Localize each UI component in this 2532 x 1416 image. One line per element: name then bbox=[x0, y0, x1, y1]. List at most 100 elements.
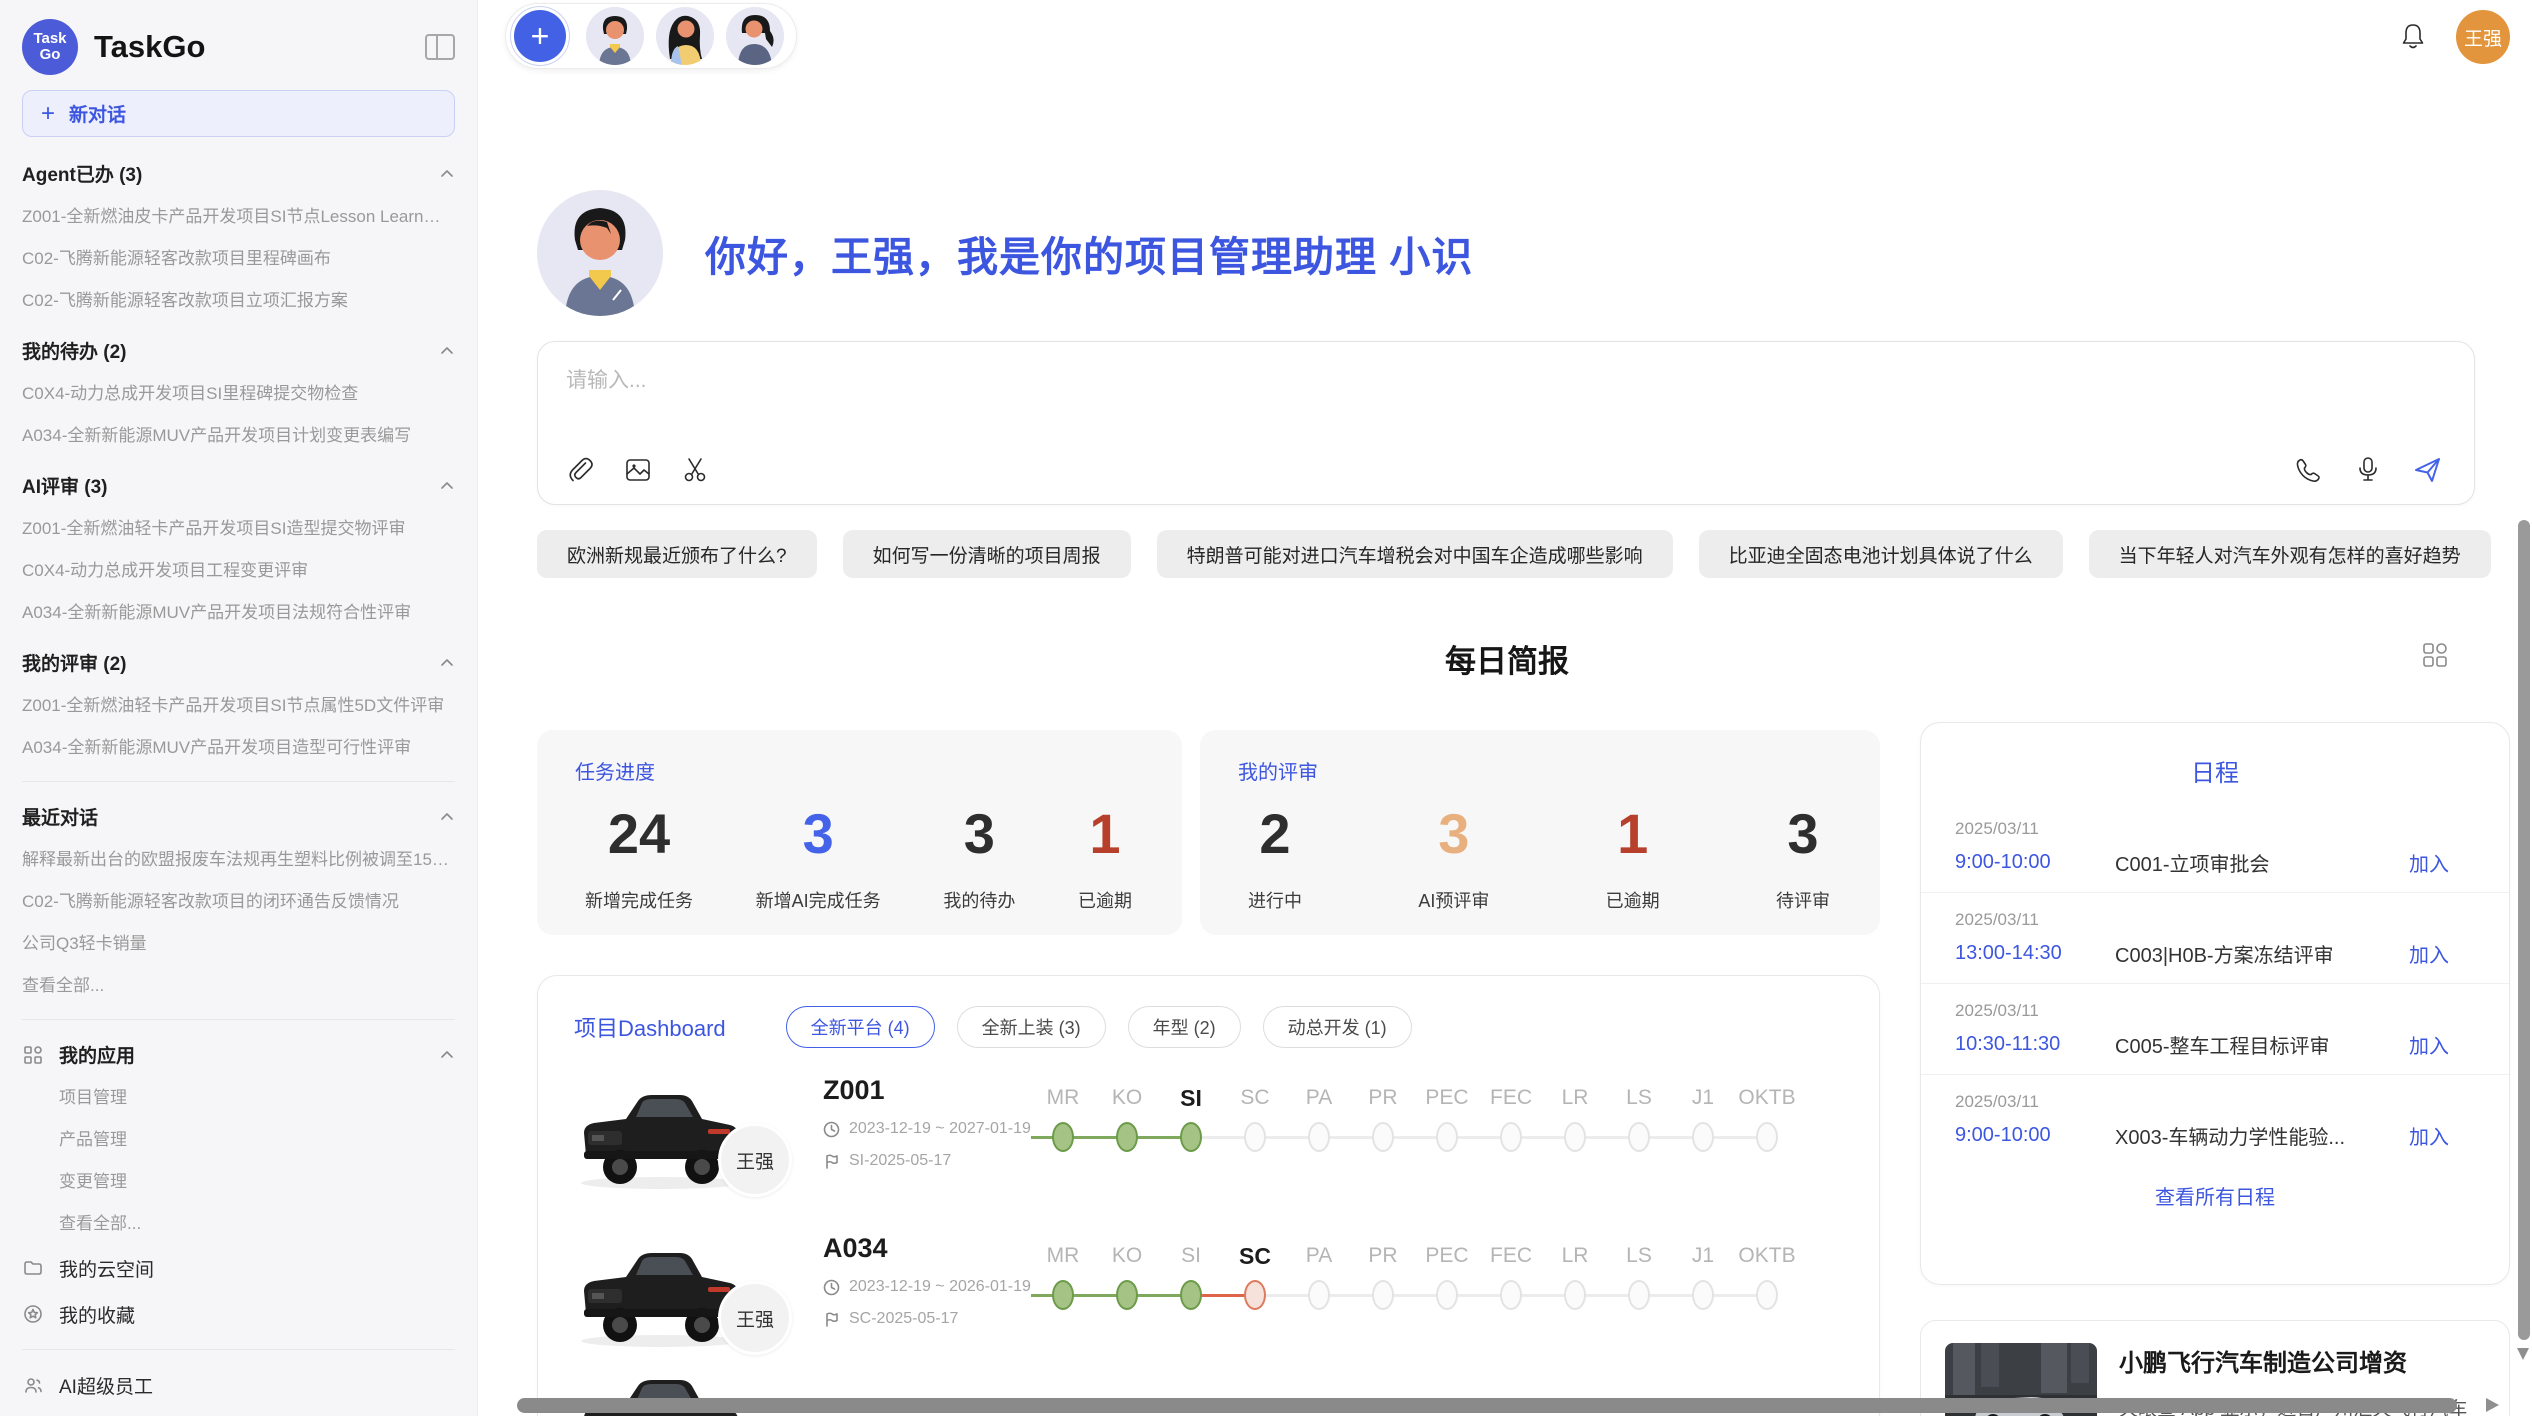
stat-value: 3 bbox=[756, 803, 881, 865]
filter-chip[interactable]: 年型 (2) bbox=[1128, 1006, 1241, 1048]
suggestion-chip[interactable]: 如何写一份清晰的项目周报 bbox=[843, 530, 1131, 578]
phone-icon[interactable] bbox=[2292, 454, 2324, 486]
stat-label: 待评审 bbox=[1776, 887, 1830, 913]
milestone-label: PA bbox=[1287, 1239, 1351, 1273]
milestone-label: J1 bbox=[1671, 1239, 1735, 1273]
stat-label: 新增AI完成任务 bbox=[756, 887, 881, 913]
schedule-row: 9:00-10:00 X003-车辆动力学性能验... 加入 bbox=[1955, 1121, 2449, 1150]
milestone-cell bbox=[1671, 1273, 1735, 1317]
filter-chip[interactable]: 全新上装 (3) bbox=[957, 1006, 1106, 1048]
briefing-layout-icon[interactable] bbox=[2420, 640, 2450, 670]
chevron-up-icon bbox=[439, 809, 455, 825]
new-chat-button[interactable]: + 新对话 bbox=[22, 90, 455, 137]
sidebar-app-item[interactable]: 变更管理 bbox=[22, 1161, 455, 1203]
milestone-dot bbox=[1756, 1280, 1778, 1310]
stat-item: 1 已逾期 bbox=[1606, 803, 1660, 913]
sidebar-task-item[interactable]: C0X4-动力总成开发项目工程变更评审 bbox=[22, 550, 455, 592]
agent-avatar-2[interactable] bbox=[656, 7, 714, 65]
stat-item: 3 我的待办 bbox=[943, 803, 1015, 913]
apps-view-all[interactable]: 查看全部... bbox=[22, 1203, 455, 1245]
recent-chat-item[interactable]: C02-飞腾新能源轻客改款项目的闭环通告反馈情况 bbox=[22, 881, 455, 923]
stat-label: 已逾期 bbox=[1078, 887, 1132, 913]
group-label: Agent已办 (3) bbox=[22, 160, 439, 187]
greeting-text: 你好，王强，我是你的项目管理助理 小识 bbox=[705, 223, 1473, 283]
sidebar-app-item[interactable]: 产品管理 bbox=[22, 1119, 455, 1161]
join-link[interactable]: 加入 bbox=[2409, 1121, 2449, 1150]
milestone-label: PEC bbox=[1415, 1239, 1479, 1273]
chat-input[interactable] bbox=[566, 364, 2446, 434]
sidebar-task-item[interactable]: Z001-全新燃油皮卡产品开发项目SI节点Lesson Learn报告 bbox=[22, 196, 455, 238]
scroll-right-arrow[interactable] bbox=[2486, 1398, 2499, 1412]
favorites-label: 我的收藏 bbox=[59, 1301, 455, 1328]
image-icon[interactable] bbox=[622, 454, 654, 486]
suggestion-chip[interactable]: 比亚迪全固态电池计划具体说了什么 bbox=[1699, 530, 2063, 578]
sidebar: Task Go TaskGo + 新对话 Agent已办 (3) Z001-全新… bbox=[0, 0, 478, 1416]
sidebar-task-item[interactable]: Z001-全新燃油轻卡产品开发项目SI节点属性5D文件评审 bbox=[22, 685, 455, 727]
sidebar-item-favorites[interactable]: 我的收藏 bbox=[22, 1291, 455, 1337]
filter-chip[interactable]: 动总开发 (1) bbox=[1263, 1006, 1412, 1048]
sidebar-item-ai-staff[interactable]: AI超级员工 bbox=[22, 1362, 455, 1408]
recent-header[interactable]: 最近对话 bbox=[22, 794, 455, 839]
notification-bell-icon[interactable] bbox=[2396, 20, 2430, 54]
microphone-icon[interactable] bbox=[2352, 454, 2384, 486]
sidebar-collapse-icon[interactable] bbox=[425, 34, 455, 60]
group-label: 我的待办 (2) bbox=[22, 337, 439, 364]
agent-avatar-1[interactable] bbox=[586, 7, 644, 65]
milestone-cell bbox=[1351, 1273, 1415, 1317]
divider bbox=[22, 1349, 455, 1350]
recent-view-all[interactable]: 查看全部... bbox=[22, 965, 455, 1007]
schedule-date: 2025/03/11 bbox=[1955, 1001, 2449, 1021]
vertical-scrollbar[interactable] bbox=[2518, 520, 2530, 1340]
recent-chat-item[interactable]: 公司Q3轻卡销量 bbox=[22, 923, 455, 965]
sidebar-item-write[interactable]: 帮我写作 bbox=[22, 1408, 455, 1416]
horizontal-scrollbar[interactable] bbox=[517, 1398, 2457, 1413]
milestone-dot bbox=[1436, 1280, 1458, 1310]
project-info: A034 2023-12-19 ~ 2026-01-19 SC-2025-05-… bbox=[823, 1233, 1063, 1328]
sidebar-task-item[interactable]: C02-飞腾新能源轻客改款项目立项汇报方案 bbox=[22, 280, 455, 322]
join-link[interactable]: 加入 bbox=[2409, 939, 2449, 968]
apps-header[interactable]: 我的应用 bbox=[22, 1032, 455, 1077]
filter-chip[interactable]: 全新平台 (4) bbox=[786, 1006, 935, 1048]
suggestion-chip[interactable]: 当下年轻人对汽车外观有怎样的喜好趋势 bbox=[2089, 530, 2491, 578]
input-tools bbox=[564, 454, 712, 486]
attachment-icon[interactable] bbox=[564, 454, 596, 486]
send-icon[interactable] bbox=[2412, 454, 2444, 486]
agent-avatar-3[interactable] bbox=[726, 7, 784, 65]
project-dashboard-card: 项目Dashboard 全新平台 (4) 全新上装 (3) 年型 (2) 动总开发 (… bbox=[537, 975, 1880, 1416]
dashboard-title: 项目Dashboard bbox=[574, 1011, 726, 1043]
suggestion-chip[interactable]: 欧洲新规最近颁布了什么? bbox=[537, 530, 817, 578]
briefing-title: 每日简报 bbox=[537, 636, 2477, 681]
schedule-view-all[interactable]: 查看所有日程 bbox=[1921, 1181, 2509, 1210]
join-link[interactable]: 加入 bbox=[2409, 848, 2449, 877]
suggestion-chip[interactable]: 特朗普可能对进口汽车增税会对中国车企造成哪些影响 bbox=[1157, 530, 1673, 578]
milestone-dot bbox=[1308, 1280, 1330, 1310]
sidebar-task-item[interactable]: A034-全新新能源MUV产品开发项目造型可行性评审 bbox=[22, 727, 455, 769]
sidebar-task-item[interactable]: C02-飞腾新能源轻客改款项目里程碑画布 bbox=[22, 238, 455, 280]
schedule-event-title: C005-整车工程目标评审 bbox=[2115, 1030, 2391, 1059]
add-session-button[interactable]: + bbox=[514, 10, 566, 62]
stat-value: 2 bbox=[1248, 803, 1302, 865]
sidebar-item-cloud-space[interactable]: 我的云空间 bbox=[22, 1245, 455, 1291]
milestone-label: PR bbox=[1351, 1239, 1415, 1273]
schedule-date: 2025/03/11 bbox=[1955, 1092, 2449, 1112]
recent-chat-item[interactable]: 解释最新出台的欧盟报废车法规再生塑料比例被调至15%... bbox=[22, 839, 455, 881]
group-header[interactable]: 我的待办 (2) bbox=[22, 328, 455, 373]
group-header[interactable]: 我的评审 (2) bbox=[22, 640, 455, 685]
stat-value: 1 bbox=[1078, 803, 1132, 865]
join-link[interactable]: 加入 bbox=[2409, 1030, 2449, 1059]
scissors-icon[interactable] bbox=[680, 454, 712, 486]
app-root: Task Go TaskGo + 新对话 Agent已办 (3) Z001-全新… bbox=[0, 0, 2532, 1416]
sidebar-task-item[interactable]: C0X4-动力总成开发项目SI里程碑提交物检查 bbox=[22, 373, 455, 415]
project-row-partial bbox=[538, 1048, 1879, 1206]
schedule-item: 2025/03/11 9:00-10:00 C001-立项审批会 加入 bbox=[1921, 802, 2509, 893]
scroll-down-arrow[interactable] bbox=[2517, 1348, 2529, 1360]
sidebar-task-item[interactable]: A034-全新新能源MUV产品开发项目法规符合性评审 bbox=[22, 592, 455, 634]
sidebar-task-item[interactable]: A034-全新新能源MUV产品开发项目计划变更表编写 bbox=[22, 415, 455, 457]
user-avatar[interactable]: 王强 bbox=[2456, 10, 2510, 64]
group-header[interactable]: Agent已办 (3) bbox=[22, 151, 455, 196]
folder-icon bbox=[22, 1257, 44, 1279]
sidebar-task-item[interactable]: Z001-全新燃油轻卡产品开发项目SI造型提交物评审 bbox=[22, 508, 455, 550]
group-header[interactable]: AI评审 (3) bbox=[22, 463, 455, 508]
sidebar-app-item[interactable]: 项目管理 bbox=[22, 1077, 455, 1119]
stat-label: 已逾期 bbox=[1606, 887, 1660, 913]
